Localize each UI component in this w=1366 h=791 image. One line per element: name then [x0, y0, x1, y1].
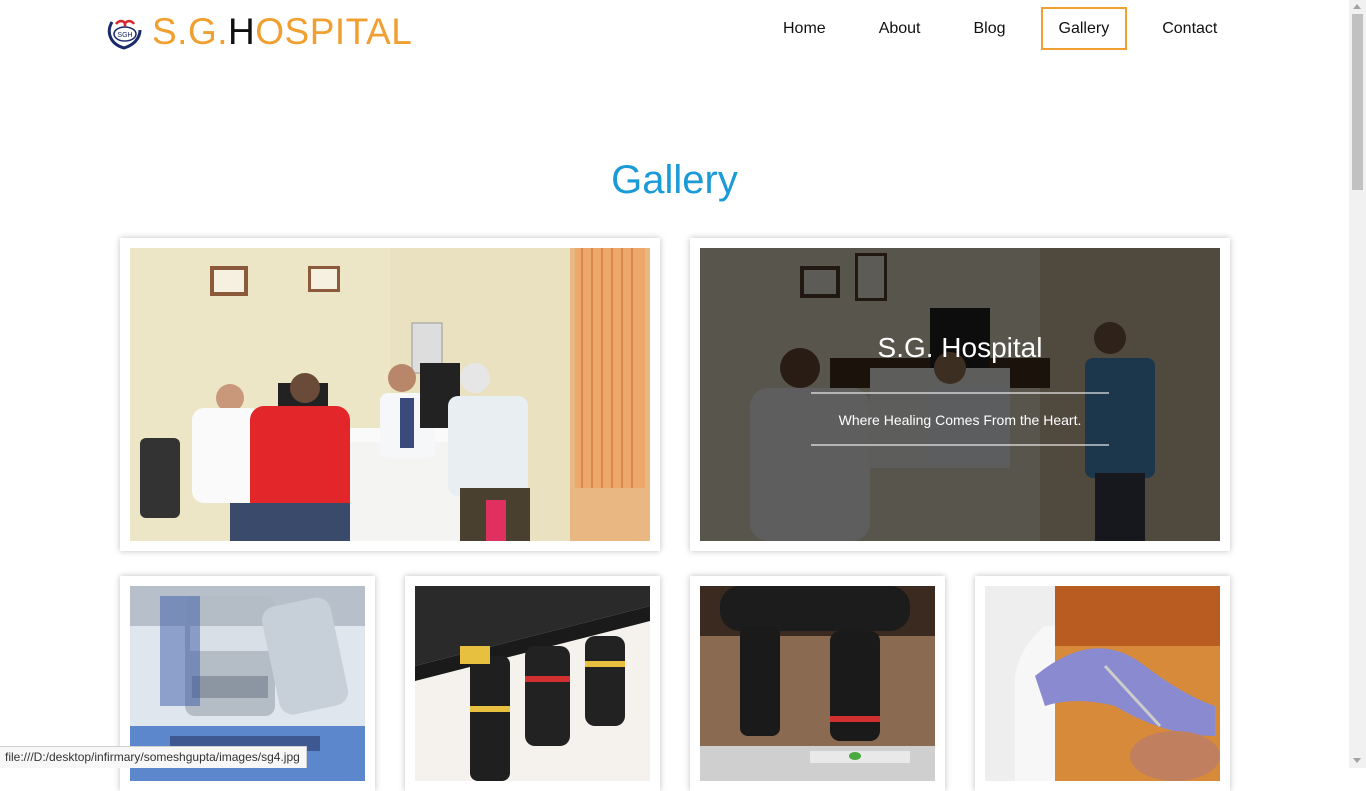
gallery-card-2[interactable]: S.G. Hospital Where Healing Comes From t… — [690, 238, 1230, 551]
microscope-photo-3[interactable] — [700, 586, 935, 781]
consultation-room-photo[interactable]: S.G. Hospital Where Healing Comes From t… — [700, 248, 1220, 541]
site-logo[interactable]: SGH S.G.HOSPITAL — [104, 10, 412, 54]
nav-about[interactable]: About — [861, 7, 939, 50]
scrollbar-thumb[interactable] — [1352, 14, 1363, 190]
brand-name: S.G.HOSPITAL — [152, 10, 412, 54]
overlay-subtitle: Where Healing Comes From the Heart. — [838, 411, 1082, 428]
gallery-card-5[interactable] — [690, 576, 945, 791]
gallery-card-1[interactable] — [120, 238, 660, 551]
nav-contact[interactable]: Contact — [1144, 7, 1235, 50]
nav-home[interactable]: Home — [765, 7, 844, 50]
gallery-card-6[interactable] — [975, 576, 1230, 791]
brand-name-part3: OSPITAL — [255, 11, 413, 52]
nav-blog[interactable]: Blog — [956, 7, 1024, 50]
brand-name-part2: H — [228, 11, 256, 52]
overlay-divider-bottom — [811, 443, 1109, 446]
image-caption-overlay: S.G. Hospital Where Healing Comes From t… — [700, 248, 1220, 541]
page-title: Gallery — [611, 158, 738, 202]
scroll-down-arrow-icon[interactable] — [1353, 758, 1361, 763]
logo-initials: SGH — [117, 32, 132, 39]
status-bar-url: file:///D:/desktop/infirmary/someshgupta… — [0, 746, 307, 768]
main-nav: Home About Blog Gallery Contact — [765, 7, 1252, 50]
site-header: SGH S.G.HOSPITAL Home About Blog Gallery… — [0, 0, 1349, 70]
scroll-up-arrow-icon[interactable] — [1353, 4, 1361, 9]
microscope-photo-2[interactable] — [415, 586, 650, 781]
brand-name-part1: S.G. — [152, 11, 229, 52]
nav-gallery[interactable]: Gallery — [1040, 7, 1128, 50]
overlay-divider — [811, 391, 1109, 394]
overlay-title: S.G. Hospital — [877, 331, 1043, 363]
vertical-scrollbar[interactable] — [1349, 0, 1366, 768]
logo-heart-icon: SGH — [104, 14, 146, 54]
doctor-consultation-photo[interactable] — [130, 248, 650, 541]
gallery-card-4[interactable] — [405, 576, 660, 791]
dental-procedure-photo[interactable] — [985, 586, 1220, 781]
